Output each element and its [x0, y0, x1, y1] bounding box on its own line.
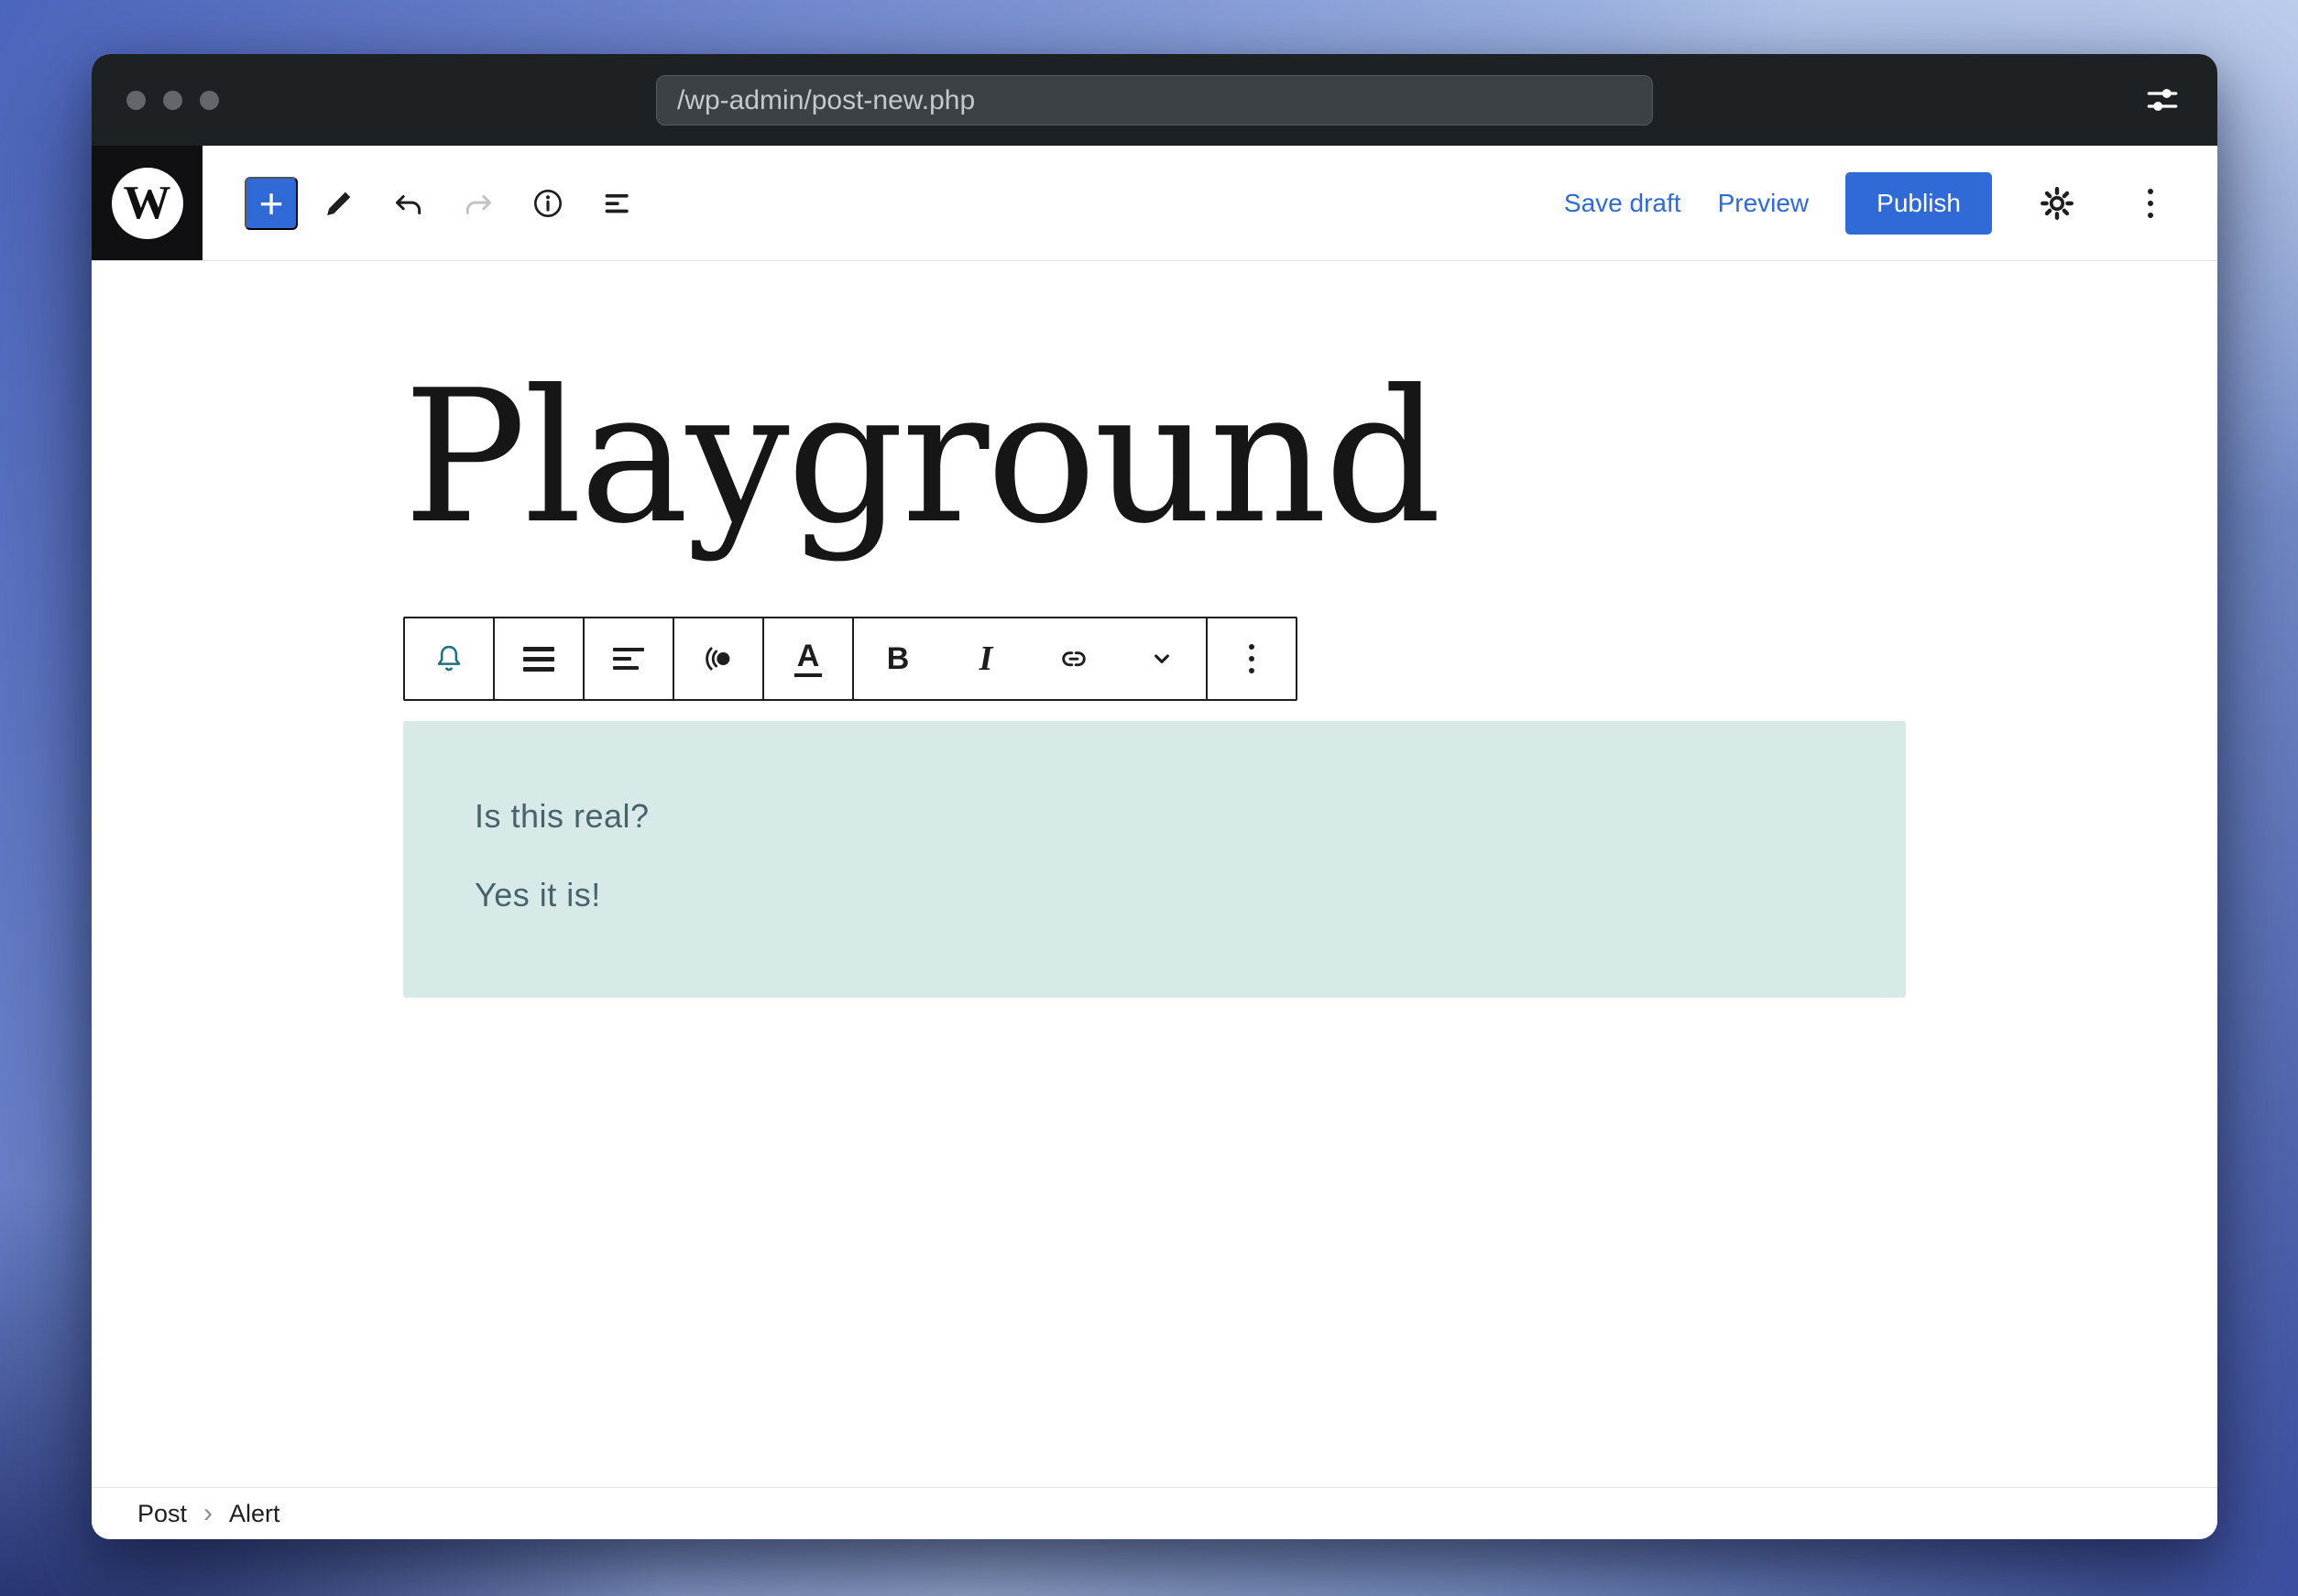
bold-icon: B: [886, 640, 910, 676]
address-bar[interactable]: /wp-admin/post-new.php: [656, 75, 1653, 126]
breadcrumb: Post › Alert: [92, 1487, 2217, 1539]
list-view-icon: [605, 193, 629, 213]
text-align-group: [585, 618, 674, 699]
text-align-button[interactable]: [585, 618, 673, 699]
editor-canvas: Playground A B I Is this real? Yes it is…: [92, 261, 2217, 1487]
editor-toolbar-left: +: [245, 175, 646, 232]
italic-icon: I: [979, 639, 993, 678]
chevron-right-icon: ›: [203, 1498, 213, 1528]
block-align-group: [495, 618, 585, 699]
post-title-field[interactable]: Playground: [403, 353, 1906, 563]
browser-titlebar: /wp-admin/post-new.php: [92, 54, 2217, 146]
kebab-icon: [1249, 644, 1254, 673]
preview-button[interactable]: Preview: [1718, 189, 1810, 218]
sliders-icon: [2147, 89, 2178, 111]
browser-settings-button[interactable]: [2140, 78, 2184, 122]
address-bar-url: /wp-admin/post-new.php: [677, 84, 976, 115]
undo-button[interactable]: [380, 175, 437, 232]
highlight-button[interactable]: [674, 618, 762, 699]
undo-icon: [396, 194, 421, 214]
chevron-down-icon: [1154, 654, 1169, 663]
block-type-group: [405, 618, 495, 699]
breadcrumb-block: Alert: [229, 1499, 280, 1527]
alert-paragraph[interactable]: Is this real?: [475, 793, 1834, 840]
window-close-button[interactable]: [126, 90, 146, 110]
desktop-background: /wp-admin/post-new.php W + Save draft Pr…: [0, 0, 2298, 1596]
wordpress-logo-button[interactable]: W: [92, 146, 202, 260]
info-icon: [534, 189, 562, 217]
kebab-icon: [2148, 188, 2153, 218]
block-inserter-button[interactable]: +: [245, 176, 298, 230]
alert-block[interactable]: Is this real? Yes it is!: [403, 721, 1906, 999]
pencil-icon: [327, 191, 351, 215]
rich-text-group: B I: [854, 618, 1208, 699]
highlight-group: [674, 618, 764, 699]
post-content-column: Playground A B I Is this real? Yes it is…: [403, 353, 1906, 999]
options-menu-button[interactable]: [2122, 175, 2179, 232]
breadcrumb-post[interactable]: Post: [137, 1500, 187, 1528]
link-button[interactable]: [1030, 618, 1118, 699]
plus-icon: +: [258, 179, 284, 227]
block-options-group: [1208, 618, 1296, 699]
window-controls: [126, 90, 219, 110]
bold-button[interactable]: B: [854, 618, 942, 699]
text-align-left-icon: [613, 648, 644, 670]
bell-icon: [437, 645, 461, 672]
window-zoom-button[interactable]: [200, 90, 219, 110]
editor-toolbar-right: Save draft Preview Publish: [1564, 171, 2179, 235]
italic-button[interactable]: I: [942, 618, 1030, 699]
details-button[interactable]: [520, 175, 576, 232]
publish-button-label: Publish: [1877, 188, 1961, 217]
block-options-button[interactable]: [1208, 618, 1296, 699]
redo-button[interactable]: [450, 175, 507, 232]
browser-window: /wp-admin/post-new.php W + Save draft Pr…: [92, 54, 2217, 1539]
highlight-icon: [706, 647, 730, 671]
alert-paragraph[interactable]: Yes it is!: [475, 871, 1834, 919]
edit-mode-button[interactable]: [311, 175, 367, 232]
gear-icon: [2041, 186, 2074, 220]
block-toolbar: A B I: [403, 617, 1297, 701]
editor-header: W + Save draft Preview Publish: [92, 146, 2217, 261]
more-rich-text-button[interactable]: [1118, 618, 1206, 699]
text-color-icon: A: [793, 640, 823, 677]
block-alignment-button[interactable]: [495, 618, 583, 699]
link-icon: [1062, 651, 1086, 667]
settings-button[interactable]: [2029, 175, 2085, 232]
publish-button[interactable]: Publish: [1845, 171, 1992, 235]
redo-icon: [465, 194, 491, 214]
text-color-button[interactable]: A: [764, 618, 852, 699]
alignment-icon: [523, 646, 554, 672]
text-color-group: A: [764, 618, 854, 699]
window-minimize-button[interactable]: [163, 90, 182, 110]
list-view-button[interactable]: [589, 175, 646, 232]
alert-block-type-button[interactable]: [405, 618, 493, 699]
wordpress-icon: W: [111, 167, 183, 239]
save-draft-button[interactable]: Save draft: [1564, 189, 1681, 218]
